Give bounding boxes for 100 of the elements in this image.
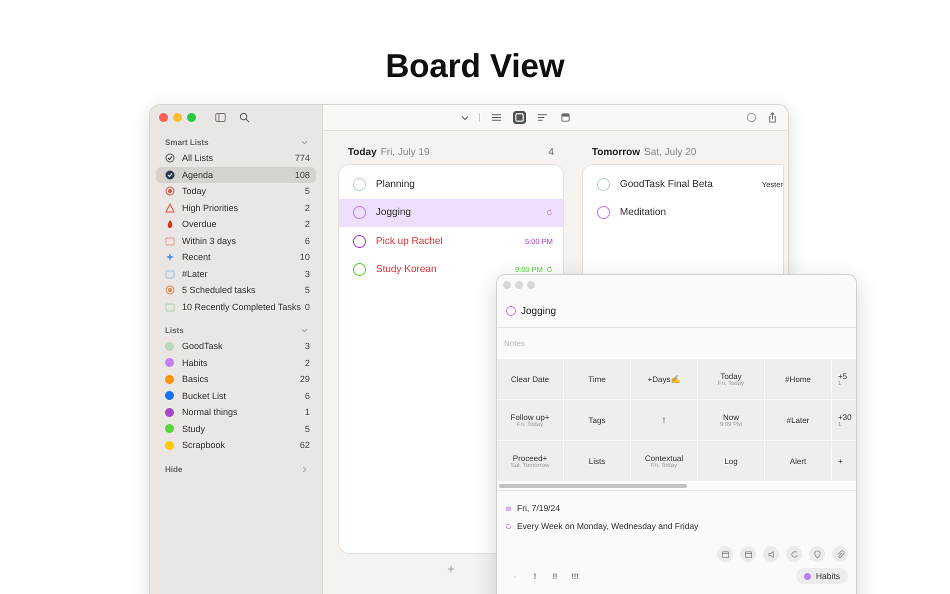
location-pin-icon xyxy=(812,550,822,558)
list-item[interactable]: GoodTask 3 xyxy=(156,338,316,354)
repeat-icon xyxy=(505,522,512,530)
add-icon[interactable] xyxy=(446,565,455,573)
item-count: 5 xyxy=(304,424,310,434)
task-title: Jogging xyxy=(376,207,411,218)
list-item[interactable]: Habits 2 xyxy=(156,354,316,371)
task-title: Study Korean xyxy=(376,264,437,276)
list-item[interactable]: Normal things 1 xyxy=(156,404,316,420)
list-item[interactable]: Scrapbook 62 xyxy=(156,437,316,454)
smart-list-item[interactable]: Recent 10 xyxy=(156,249,316,266)
zoom-button[interactable] xyxy=(527,281,535,289)
section-heading: Lists xyxy=(165,326,184,335)
item-count: 3 xyxy=(304,268,310,279)
action-button[interactable]: Clear Date xyxy=(497,359,563,399)
date-button[interactable] xyxy=(717,546,733,562)
list-item[interactable]: Basics 29 xyxy=(156,371,316,388)
action-button[interactable]: + xyxy=(832,441,856,481)
smart-list-item[interactable]: 5 Scheduled tasks 5 xyxy=(156,282,316,298)
close-button[interactable] xyxy=(503,281,511,289)
item-count: 1 xyxy=(304,407,310,418)
due-date: Fri, 7/19/24 xyxy=(517,503,560,513)
list-icon xyxy=(165,153,175,164)
notes-field[interactable]: Notes xyxy=(497,328,856,359)
list-icon xyxy=(165,170,175,180)
task-checkbox[interactable] xyxy=(352,206,366,220)
action-button[interactable]: #Home xyxy=(765,359,831,399)
smart-list-item[interactable]: All Lists 774 xyxy=(156,150,316,166)
calendar-icon xyxy=(744,550,752,558)
location-button[interactable] xyxy=(809,546,825,562)
list-icon xyxy=(165,202,175,213)
task-row[interactable]: Meditation xyxy=(582,198,783,227)
paperclip-icon xyxy=(836,550,844,558)
priority-button[interactable]: !!! xyxy=(565,572,585,580)
calendar-view-button[interactable] xyxy=(558,111,572,124)
calendar-button[interactable] xyxy=(740,546,756,562)
scrollbar-thumb[interactable] xyxy=(499,484,687,488)
section-heading: Smart Lists xyxy=(165,138,209,147)
list-icon xyxy=(165,219,175,230)
close-button[interactable] xyxy=(159,113,168,122)
list-icon xyxy=(165,186,175,196)
smart-list-item[interactable]: Overdue 2 xyxy=(156,216,316,232)
task-checkbox[interactable] xyxy=(352,263,366,276)
minimize-button[interactable] xyxy=(173,113,182,122)
item-count: 29 xyxy=(300,374,310,384)
priority-button[interactable]: !! xyxy=(545,572,565,580)
list-icon xyxy=(165,302,175,312)
column-day: Today xyxy=(348,147,377,158)
smart-list-item[interactable]: High Priorities 2 xyxy=(156,200,316,216)
item-count: 6 xyxy=(304,236,310,246)
action-button[interactable]: Lists xyxy=(564,441,630,481)
list-chip[interactable]: Habits xyxy=(796,568,848,584)
item-count: 2 xyxy=(304,202,310,213)
repeat-button[interactable] xyxy=(786,546,802,562)
item-count: 774 xyxy=(294,153,310,164)
task-checkbox[interactable] xyxy=(596,206,610,220)
list-item[interactable]: Bucket List 6 xyxy=(156,388,316,404)
priority-button[interactable]: ! xyxy=(525,572,545,580)
action-button[interactable]: #Later xyxy=(765,400,831,440)
item-count: 5 xyxy=(304,285,310,296)
list-icon xyxy=(165,236,175,246)
smart-list-item[interactable]: Agenda 108 xyxy=(156,166,316,183)
zoom-button[interactable] xyxy=(187,113,196,122)
task-title: Planning xyxy=(376,178,415,190)
item-count: 2 xyxy=(304,219,310,230)
task-count: 4 xyxy=(548,147,554,158)
smart-list-item[interactable]: Within 3 days 6 xyxy=(156,232,316,249)
alert-button[interactable] xyxy=(763,546,779,562)
task-checkbox[interactable] xyxy=(506,306,516,316)
share-icon[interactable] xyxy=(766,112,778,123)
task-title: Jogging xyxy=(521,306,556,316)
chevron-down-icon[interactable] xyxy=(300,327,308,334)
action-button[interactable]: ! xyxy=(631,400,697,440)
task-row[interactable]: Planning xyxy=(338,170,563,198)
chevron-down-icon[interactable] xyxy=(300,139,308,146)
chevron-down-icon[interactable] xyxy=(460,114,469,120)
sidebar-toggle-icon[interactable] xyxy=(215,112,226,123)
chevron-right-icon[interactable] xyxy=(300,466,308,472)
action-button[interactable]: Time xyxy=(564,359,630,399)
minimize-button[interactable] xyxy=(515,281,523,289)
item-count: 5 xyxy=(304,186,310,196)
smart-list-item[interactable]: 10 Recently Completed Tasks 0 xyxy=(156,298,316,315)
list-icon xyxy=(165,252,175,262)
board-view-button[interactable] xyxy=(512,111,526,124)
action-button[interactable]: Tags xyxy=(564,400,630,440)
attachment-button[interactable] xyxy=(832,546,848,562)
search-icon[interactable] xyxy=(239,112,250,123)
list-item[interactable]: Study 5 xyxy=(156,420,316,437)
item-count: 0 xyxy=(304,302,310,312)
item-count: 10 xyxy=(300,252,310,262)
circle-icon[interactable] xyxy=(746,112,757,123)
action-button[interactable]: Alert xyxy=(765,441,831,481)
list-icon xyxy=(165,285,175,296)
smart-list-item[interactable]: #Later 3 xyxy=(156,266,316,282)
smart-list-item[interactable]: Today 5 xyxy=(156,183,316,200)
item-count: 2 xyxy=(304,358,310,368)
task-checkbox[interactable] xyxy=(352,234,366,248)
action-button[interactable]: Log xyxy=(698,441,764,481)
section-heading: Hide xyxy=(165,464,182,474)
task-row[interactable]: Jogging xyxy=(338,198,563,227)
